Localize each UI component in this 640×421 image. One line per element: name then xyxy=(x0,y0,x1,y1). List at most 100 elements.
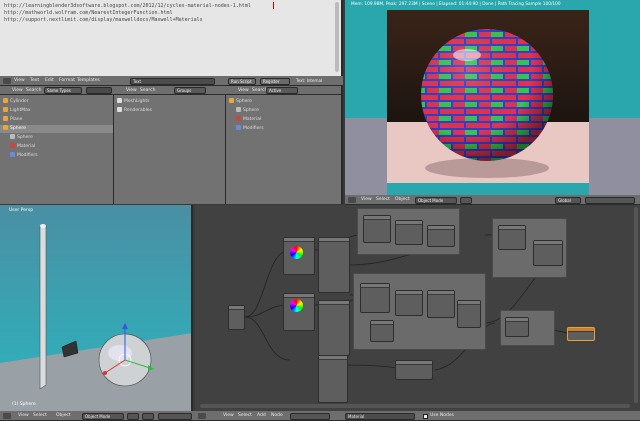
viewport-menu-view[interactable]: View xyxy=(18,413,29,418)
viewport-menu-object[interactable]: Object xyxy=(56,413,71,418)
menu-templates[interactable]: Templates xyxy=(77,78,100,83)
mesh-icon xyxy=(3,125,8,130)
color-wheel[interactable] xyxy=(290,246,303,259)
node-menu-add[interactable]: Add xyxy=(257,413,266,418)
mix-node[interactable] xyxy=(363,215,391,243)
use-nodes-checkbox-icon[interactable] xyxy=(423,414,428,419)
material-icon xyxy=(10,143,15,148)
mix-node[interactable] xyxy=(498,225,526,250)
register-checkbox[interactable]: Register xyxy=(260,78,290,85)
viewport-menu-select[interactable]: Select xyxy=(33,413,47,418)
viewport-shading-dropdown[interactable] xyxy=(127,413,139,420)
outliner-2-header: View Search Groups xyxy=(114,86,226,95)
outliner-row[interactable]: Modifiers xyxy=(0,152,113,160)
outliner-1-menu-search[interactable]: Search xyxy=(26,88,41,93)
text-datablock-field[interactable]: Text xyxy=(130,78,215,85)
mix-node[interactable] xyxy=(395,290,423,316)
mix-node[interactable] xyxy=(427,225,455,247)
node-menu-view[interactable]: View xyxy=(223,413,234,418)
text-editor[interactable]: http://learningblender3dsoftware.blogspo… xyxy=(0,0,343,76)
outliner-row-selected[interactable]: Sphere xyxy=(0,125,113,133)
pivot-dropdown[interactable] xyxy=(142,413,154,420)
menu-edit[interactable]: Edit xyxy=(45,78,54,83)
mix-node[interactable] xyxy=(427,290,455,318)
outliner-2-menu-search[interactable]: Search xyxy=(140,88,155,93)
node-editor-header: View Select Add Node Material Use Nodes xyxy=(195,411,640,421)
use-nodes-label: Use Nodes xyxy=(430,413,454,418)
mix-node[interactable] xyxy=(360,283,390,313)
mix-shader-node[interactable] xyxy=(395,360,433,380)
outliner-row-selected[interactable]: Sphere xyxy=(226,98,341,106)
editor-type-icon[interactable] xyxy=(348,197,356,203)
math-node[interactable] xyxy=(318,355,348,403)
color-wheel-node[interactable] xyxy=(283,293,315,331)
node-menu-node[interactable]: Node xyxy=(271,413,283,418)
outliner-row[interactable]: Cylinder xyxy=(0,98,113,106)
menu-text[interactable]: Text xyxy=(30,78,39,83)
outliner-row[interactable]: Sphere xyxy=(0,134,113,142)
text-cursor xyxy=(273,2,274,9)
orientation-dropdown[interactable]: Global xyxy=(555,197,581,204)
node-editor[interactable] xyxy=(195,205,640,411)
run-script-button[interactable]: Run Script xyxy=(228,78,256,85)
node-menu-select[interactable]: Select xyxy=(238,413,252,418)
rendered-brick-sphere xyxy=(387,10,589,183)
outliner-row[interactable]: Sphere xyxy=(226,107,341,115)
shader-type-buttons[interactable] xyxy=(290,413,330,420)
render-menu-select[interactable]: Select xyxy=(376,197,390,202)
node-editor-vscrollbar[interactable] xyxy=(634,207,638,403)
outliner-row[interactable]: Modifiers xyxy=(226,125,341,133)
outliner-row[interactable]: Material xyxy=(0,143,113,151)
outliner-panel-1: View Search Same Types Cylinder LightMax… xyxy=(0,86,114,204)
bsdf-node[interactable] xyxy=(505,317,529,337)
render-menu-view[interactable]: View xyxy=(361,197,372,202)
color-wheel-node[interactable] xyxy=(283,237,315,275)
material-output-node[interactable] xyxy=(567,327,595,341)
outliner-1-display-mode[interactable]: Same Types xyxy=(44,87,82,94)
outliner-row[interactable]: Renderables xyxy=(114,107,225,115)
mix-node[interactable] xyxy=(457,300,481,328)
outliner-row[interactable]: MeshLights xyxy=(114,98,225,106)
outliner-row[interactable]: LightMax xyxy=(0,107,113,115)
editor-type-icon[interactable] xyxy=(3,78,11,84)
render-mode-dropdown[interactable]: Object Mode xyxy=(415,197,457,204)
math-node[interactable] xyxy=(318,237,350,293)
outliner-1-search[interactable] xyxy=(86,87,112,94)
editor-type-icon[interactable] xyxy=(3,413,11,419)
render-menu-object[interactable]: Object xyxy=(395,197,410,202)
outliner-3-display-mode[interactable]: Active xyxy=(266,87,298,94)
outliner-2-display-mode[interactable]: Groups xyxy=(174,87,206,94)
mix-node[interactable] xyxy=(533,240,563,266)
text-line-2[interactable]: http://mathworld.wolfram.com/NearestInte… xyxy=(4,10,173,16)
outliner-row[interactable]: Material xyxy=(226,116,341,124)
menu-format[interactable]: Format xyxy=(59,78,75,83)
viewport-mode-dropdown[interactable]: Object Mode xyxy=(82,413,124,420)
3d-viewport[interactable]: User Persp (1) Sphere xyxy=(0,205,193,411)
wrench-icon xyxy=(10,152,15,157)
layer-buttons[interactable] xyxy=(585,197,635,204)
manipulator-buttons[interactable] xyxy=(158,413,192,420)
mesh-data-icon xyxy=(236,107,241,112)
group-icon xyxy=(117,107,122,112)
text-line-1[interactable]: http://learningblender3dsoftware.blogspo… xyxy=(4,3,251,9)
math-node[interactable] xyxy=(318,300,350,356)
text-scrollbar[interactable] xyxy=(335,2,339,72)
outliner-3-menu-view[interactable]: View xyxy=(238,88,249,93)
outliner-1-menu-view[interactable]: View xyxy=(12,88,23,93)
mesh-icon xyxy=(3,116,8,121)
lamp-icon xyxy=(3,107,8,112)
material-datablock-field[interactable]: Material xyxy=(345,413,415,420)
mix-node[interactable] xyxy=(395,220,423,245)
outliner-3-header: View Search Active xyxy=(226,86,341,95)
texcoord-node[interactable] xyxy=(228,305,245,330)
menu-view[interactable]: View xyxy=(14,78,25,83)
color-wheel[interactable] xyxy=(290,299,303,312)
node-editor-hscrollbar[interactable] xyxy=(200,404,630,408)
outliner-row[interactable]: Plane xyxy=(0,116,113,124)
render-viewport[interactable]: Mem: 109.98M, Peak: 297.23M | Scene | El… xyxy=(345,0,640,195)
mix-node[interactable] xyxy=(370,320,394,342)
outliner-2-menu-view[interactable]: View xyxy=(126,88,137,93)
editor-type-icon[interactable] xyxy=(198,413,206,419)
text-line-3[interactable]: http://support.nextlimit.com/display/max… xyxy=(4,17,203,23)
shading-dropdown[interactable] xyxy=(460,197,472,204)
